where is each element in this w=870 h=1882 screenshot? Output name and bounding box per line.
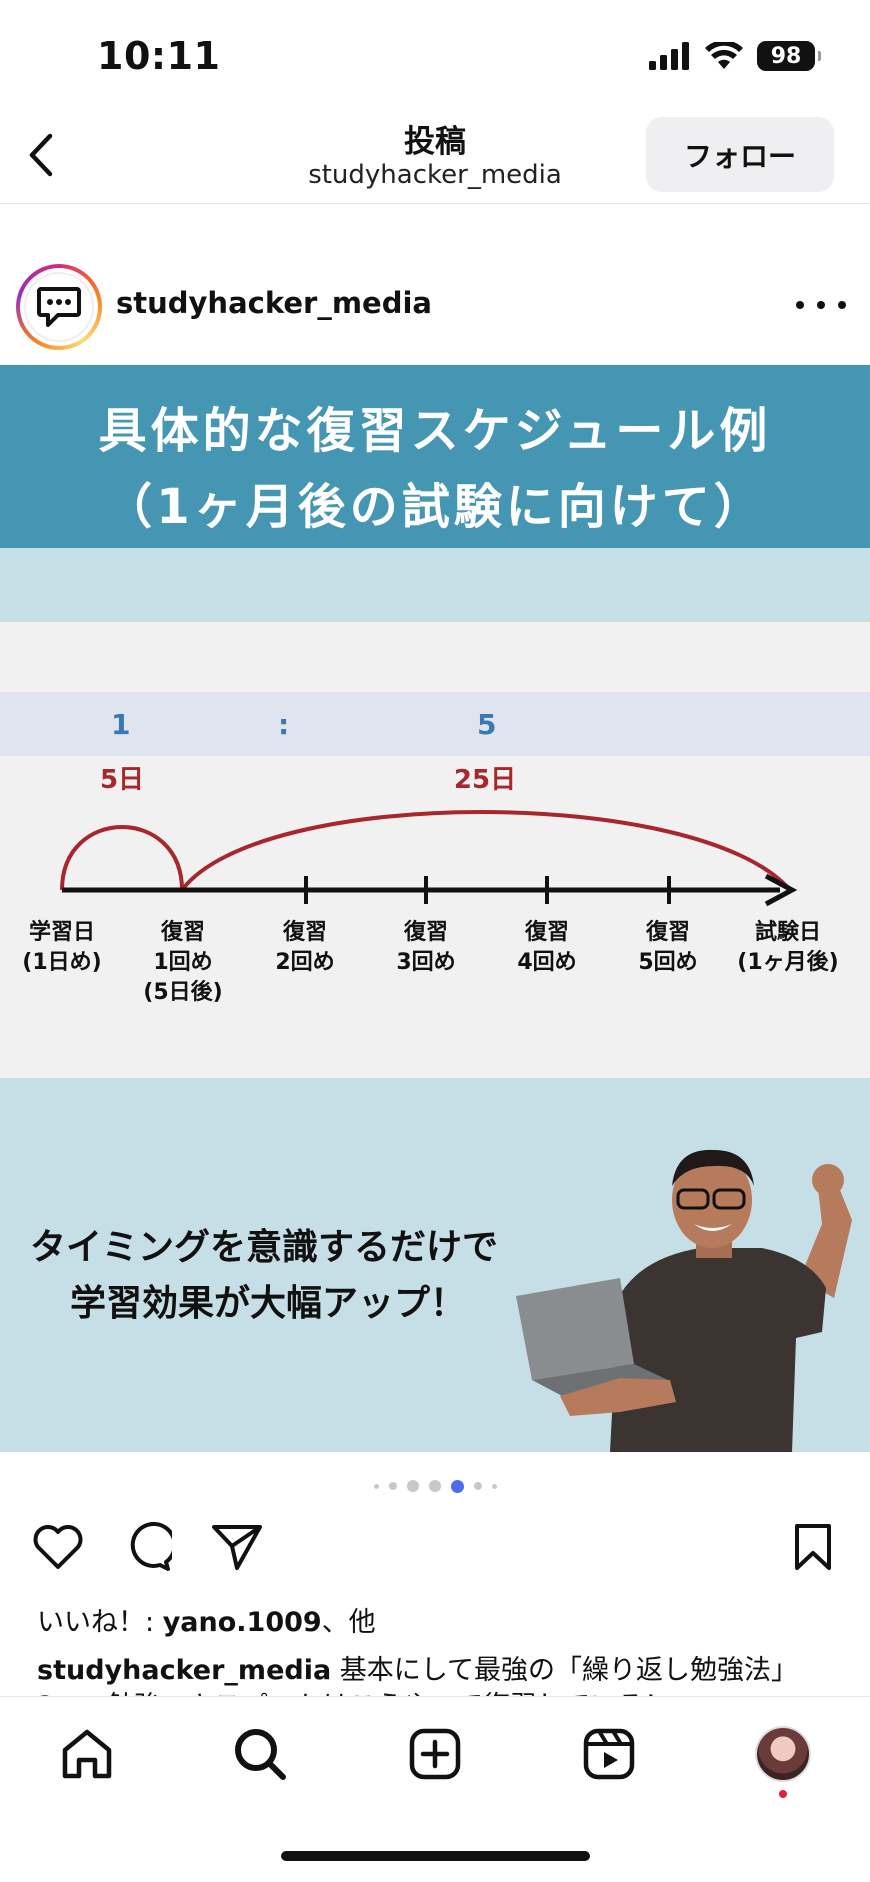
post-image[interactable]: 具体的な復習スケジュール例 （1ヶ月後の試験に向けて） 1 : 5 5日 25日… [0, 365, 870, 1452]
long-interval-arc [180, 810, 792, 892]
battery-icon: 98 [757, 41, 821, 71]
timeline-label: 復習 [282, 919, 327, 945]
comment-button[interactable] [116, 1516, 178, 1578]
author-avatar[interactable] [16, 264, 102, 350]
home-icon [62, 1729, 112, 1779]
status-time: 10:11 [97, 34, 221, 78]
create-icon [409, 1728, 461, 1780]
bookmark-icon [795, 1524, 831, 1570]
share-button[interactable] [206, 1516, 268, 1578]
timeline-label: (1日め) [22, 950, 101, 975]
follow-button[interactable]: フォロー [646, 117, 834, 192]
likes-prefix: いいね！: [37, 1607, 163, 1638]
image-title-band: 具体的な復習スケジュール例 （1ヶ月後の試験に向けて） [0, 365, 870, 548]
chat-bubble-icon [37, 287, 81, 327]
heart-icon [33, 1525, 83, 1569]
ratio-band: 1 : 5 [0, 692, 870, 756]
timeline-label: 5回め [638, 950, 697, 975]
timeline-label: 3回め [396, 950, 455, 975]
likes-summary[interactable]: いいね！: yano.1009、他 [37, 1600, 376, 1639]
image-tagline-line2: 学習効果が大幅アップ！ [70, 1283, 467, 1324]
image-title-line1: 具体的な復習スケジュール例 [98, 403, 772, 459]
likes-user[interactable]: yano.1009 [163, 1607, 322, 1638]
send-icon [212, 1525, 262, 1570]
post-author-row: studyhacker_media [0, 256, 870, 356]
carousel-dot [388, 1482, 397, 1490]
likes-suffix: 、他 [321, 1607, 376, 1638]
carousel-dot [428, 1480, 441, 1492]
search-icon [235, 1729, 286, 1780]
status-bar: 10:11 98 [0, 0, 870, 108]
timeline-label: (1ヶ月後) [737, 949, 838, 975]
tab-search[interactable] [225, 1719, 295, 1789]
comment-icon [130, 1522, 172, 1571]
image-tagline-line1: タイミングを意識するだけで [30, 1227, 499, 1268]
short-interval-arc [60, 825, 184, 891]
carousel-dot [491, 1483, 497, 1489]
timeline-label: 4回め [517, 950, 576, 975]
status-icons: 98 [649, 38, 821, 74]
more-options-button[interactable] [796, 290, 846, 320]
post-actions [0, 1516, 870, 1578]
carousel-dot [473, 1482, 482, 1490]
timeline-label: 1回め [153, 950, 212, 975]
like-button[interactable] [27, 1516, 89, 1578]
ratio-colon: : [278, 708, 290, 741]
signal-icon [649, 42, 689, 70]
timeline-label: 復習 [403, 919, 448, 945]
more-horizontal-icon [796, 301, 804, 309]
caption-username[interactable]: studyhacker_media [37, 1655, 331, 1686]
notification-dot [779, 1790, 787, 1798]
ratio-left: 1 [111, 708, 131, 741]
image-accent-band [0, 548, 870, 622]
save-button[interactable] [782, 1516, 844, 1578]
tab-create[interactable] [400, 1719, 470, 1789]
carousel-dot [373, 1483, 379, 1489]
timeline-label: 復習 [524, 919, 569, 945]
timeline-label: 学習日 [29, 919, 95, 945]
reels-icon [583, 1728, 635, 1780]
short-interval-label: 5日 [100, 765, 144, 795]
carousel-dot [406, 1480, 419, 1492]
wifi-icon [705, 42, 743, 69]
header: 投稿 studyhacker_media フォロー [0, 108, 870, 204]
timeline-label: 2回め [275, 950, 334, 975]
profile-avatar [755, 1726, 811, 1782]
review-timeline: 5日 25日 学習日 (1日め) 復習 1回め (5日後) 復習 2回め 復習 … [22, 765, 838, 1005]
tab-profile[interactable] [748, 1719, 818, 1789]
home-indicator[interactable] [281, 1851, 590, 1861]
timeline-label: 試験日 [755, 919, 821, 945]
image-bottom-band: タイミングを意識するだけで 学習効果が大幅アップ！ [0, 1078, 870, 1452]
timeline-label: (5日後) [143, 979, 222, 1005]
long-interval-label: 25日 [454, 765, 516, 795]
timeline-label: 復習 [645, 919, 690, 945]
caption-text: 基本にして最強の「繰り返し勉強法」 [331, 1655, 798, 1686]
author-name[interactable]: studyhacker_media [116, 286, 432, 320]
tab-reels[interactable] [574, 1719, 644, 1789]
tab-home[interactable] [52, 1719, 122, 1789]
carousel-dot-active [450, 1479, 464, 1493]
ratio-right: 5 [477, 708, 497, 741]
timeline-label: 復習 [160, 919, 205, 945]
post-caption[interactable]: studyhacker_media 基本にして最強の「繰り返し勉強法」 [37, 1648, 798, 1687]
image-title-line2: （1ヶ月後の試験に向けて） [104, 479, 766, 535]
person-with-laptop-illustration [516, 1149, 852, 1452]
carousel-indicator [0, 1478, 870, 1494]
